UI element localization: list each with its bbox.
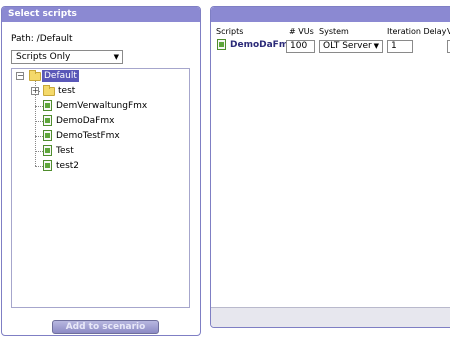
script-icon — [43, 115, 52, 126]
tree-node-label: DemVerwaltungFmx — [56, 101, 148, 111]
filter-selected-value: Scripts Only — [16, 52, 71, 62]
add-to-scenario-button[interactable]: Add to scenario — [52, 320, 159, 334]
tree-node-label: DemoDaFmx — [56, 116, 115, 126]
column-header-system: System — [319, 27, 349, 36]
expand-icon[interactable]: + — [31, 87, 39, 95]
tree-node-label: Default — [42, 70, 79, 82]
system-dropdown[interactable]: OLT Server ▼ — [319, 40, 383, 53]
panel-title: Select scripts — [2, 7, 200, 22]
vus-value: 100 — [290, 41, 308, 51]
script-tree[interactable]: − Default + test DemVerwaltungFmx DemoDa… — [11, 68, 190, 308]
path-label: Path: /Default — [11, 34, 73, 44]
collapse-icon[interactable]: − — [16, 72, 24, 80]
vus-input[interactable]: 100 — [286, 40, 315, 53]
folder-icon — [43, 85, 55, 96]
chevron-down-icon: ▼ — [113, 53, 119, 61]
script-icon — [43, 160, 52, 171]
script-name: DemoDaFmx — [230, 40, 295, 50]
system-value: OLT Server — [323, 41, 372, 51]
script-icon — [43, 145, 52, 156]
iteration-delay-input[interactable]: 1 — [387, 40, 413, 53]
script-icon — [43, 100, 52, 111]
footer-bar — [211, 307, 450, 327]
filter-dropdown[interactable]: Scripts Only ▼ — [11, 50, 123, 64]
panel-title-bar — [211, 7, 450, 22]
iteration-delay-value: 1 — [391, 41, 397, 51]
chevron-down-icon: ▼ — [373, 42, 379, 50]
scenario-panel: Scripts # VUs System Iteration Delay V D… — [210, 6, 450, 328]
column-header-iteration-delay: Iteration Delay — [387, 27, 447, 36]
column-header-vus: # VUs — [289, 27, 314, 36]
script-icon — [217, 39, 226, 50]
script-icon — [43, 130, 52, 141]
column-header-scripts: Scripts — [216, 27, 244, 36]
tree-node-label: Test — [56, 146, 74, 156]
tree-node-label: test — [58, 86, 76, 96]
folder-open-icon — [29, 70, 41, 81]
select-scripts-panel: Select scripts Path: /Default Scripts On… — [1, 6, 201, 336]
tree-node-label: test2 — [56, 161, 80, 171]
tree-node-label: DemoTestFmx — [56, 131, 120, 141]
